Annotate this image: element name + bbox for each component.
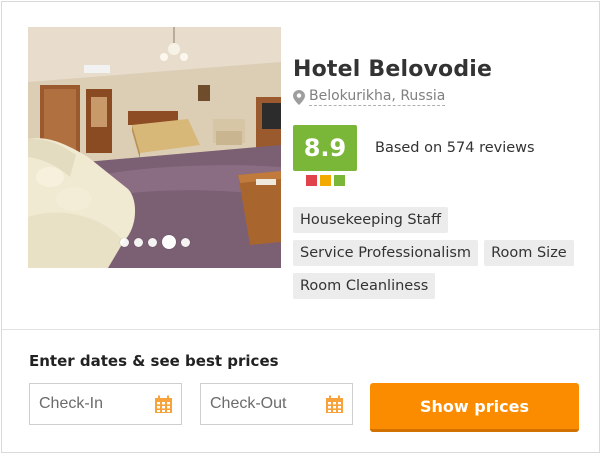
room-photo-image: [28, 27, 281, 268]
map-pin-icon: [293, 89, 305, 105]
checkin-field[interactable]: [29, 383, 182, 425]
tag-room-size: Room Size: [484, 240, 574, 266]
calendar-icon[interactable]: [154, 395, 173, 414]
checkout-input[interactable]: [201, 395, 320, 413]
rating-indicator-bars: [306, 175, 345, 186]
tag-room-cleanliness: Room Cleanliness: [293, 273, 436, 299]
hotel-location: Belokurikha, Russia: [293, 88, 446, 106]
hotel-photo[interactable]: [28, 27, 281, 268]
booking-prompt: Enter dates & see best prices: [29, 352, 279, 370]
rating-bar-good: [334, 175, 345, 186]
hotel-name[interactable]: Hotel Belovodie: [293, 57, 492, 82]
section-divider: [2, 329, 599, 330]
tag-service-professionalism: Service Professionalism: [293, 240, 479, 266]
hotel-tags: Housekeeping Staff Service Professionali…: [293, 207, 583, 299]
rating-score-badge: 8.9: [293, 125, 357, 171]
rating-bar-poor: [306, 175, 317, 186]
calendar-icon[interactable]: [325, 395, 344, 414]
carousel-dot[interactable]: [119, 237, 129, 247]
location-link[interactable]: Belokurikha, Russia: [309, 88, 446, 106]
show-prices-button[interactable]: Show prices: [370, 383, 579, 432]
carousel-dot[interactable]: [180, 237, 190, 247]
checkin-input[interactable]: [30, 395, 149, 413]
carousel-dot[interactable]: [133, 237, 143, 247]
rating-bar-average: [320, 175, 331, 186]
checkout-field[interactable]: [200, 383, 353, 425]
hotel-card: Hotel Belovodie Belokurikha, Russia 8.9 …: [1, 1, 600, 453]
carousel-dot[interactable]: [147, 237, 157, 247]
reviews-count[interactable]: Based on 574 reviews: [375, 140, 535, 156]
tag-housekeeping-staff: Housekeeping Staff: [293, 207, 449, 233]
carousel-dots: [28, 235, 281, 249]
carousel-dot-active[interactable]: [161, 235, 176, 249]
